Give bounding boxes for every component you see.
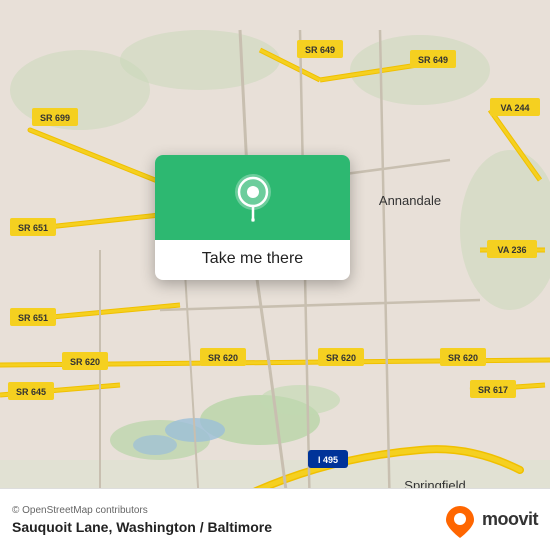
popup-card: Take me there [155,155,350,280]
svg-text:SR 620: SR 620 [326,353,356,363]
svg-text:I 495: I 495 [318,455,338,465]
location-pin-icon [231,172,275,224]
svg-text:SR 649: SR 649 [418,55,448,65]
svg-text:Annandale: Annandale [379,193,441,208]
popup-header [155,155,350,240]
svg-text:SR 620: SR 620 [448,353,478,363]
svg-text:VA 244: VA 244 [500,103,529,113]
info-bar: © OpenStreetMap contributors Sauquoit La… [0,488,550,550]
copyright-text: © OpenStreetMap contributors [12,505,272,516]
svg-text:SR 645: SR 645 [16,387,46,397]
svg-text:SR 617: SR 617 [478,385,508,395]
popup-button-section: Take me there [155,240,350,280]
svg-text:SR 651: SR 651 [18,313,48,323]
moovit-logo: moovit [442,502,538,538]
map-container: SR 649 SR 649 SR 699 SR 651 SR 651 VA 24… [0,0,550,550]
location-info: © OpenStreetMap contributors Sauquoit La… [12,505,272,535]
svg-text:SR 620: SR 620 [208,353,238,363]
take-me-there-button[interactable]: Take me there [202,250,303,268]
svg-text:VA 236: VA 236 [497,245,526,255]
location-text: Sauquoit Lane, Washington / Baltimore [12,519,272,535]
svg-text:SR 699: SR 699 [40,113,70,123]
svg-text:SR 651: SR 651 [18,223,48,233]
moovit-wordmark: moovit [482,509,538,530]
svg-text:SR 649: SR 649 [305,45,335,55]
moovit-icon [442,502,478,538]
svg-text:SR 620: SR 620 [70,357,100,367]
